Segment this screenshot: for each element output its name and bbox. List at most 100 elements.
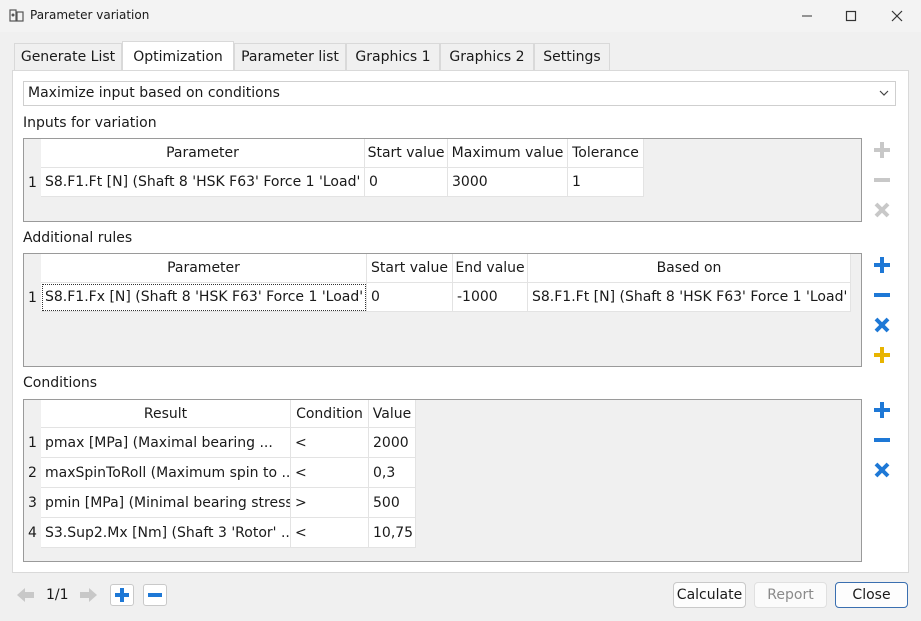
table-cell[interactable]: < bbox=[291, 518, 369, 548]
add-input-button[interactable] bbox=[870, 138, 894, 162]
column-header[interactable]: Maximum value bbox=[448, 139, 568, 168]
add-special-rule-button[interactable] bbox=[870, 343, 894, 367]
rules-section-label: Additional rules bbox=[23, 230, 133, 246]
maximize-button[interactable] bbox=[828, 0, 874, 32]
page-indicator: 1/1 bbox=[46, 587, 69, 603]
clear-rules-button[interactable] bbox=[870, 313, 894, 337]
add-rule-button[interactable] bbox=[870, 253, 894, 277]
minus-icon bbox=[874, 293, 890, 297]
column-header[interactable]: Start value bbox=[365, 139, 448, 168]
tab-label: Settings bbox=[543, 49, 601, 65]
delete-x-icon bbox=[874, 462, 890, 478]
column-header[interactable]: Parameter bbox=[41, 139, 365, 168]
table-cell[interactable]: S8.F1.Fx [N] (Shaft 8 'HSK F63' Force 1 … bbox=[41, 283, 367, 312]
plus-icon bbox=[874, 142, 890, 158]
plus-icon bbox=[874, 257, 890, 273]
tab-label: Graphics 1 bbox=[355, 49, 431, 65]
row-header-corner bbox=[24, 400, 41, 428]
table-cell[interactable]: 1 bbox=[568, 168, 644, 197]
row-header-corner bbox=[24, 139, 41, 168]
chevron-down-icon bbox=[879, 90, 889, 96]
plus-icon bbox=[115, 588, 129, 602]
table-cell[interactable]: 0 bbox=[367, 283, 453, 312]
optimization-mode-select[interactable]: Maximize input based on conditions bbox=[23, 81, 896, 106]
add-condition-button[interactable] bbox=[870, 398, 894, 422]
table-cell[interactable]: 500 bbox=[369, 488, 416, 518]
clear-inputs-button[interactable] bbox=[870, 198, 894, 222]
column-header[interactable]: Start value bbox=[367, 254, 453, 283]
column-header[interactable]: Parameter bbox=[41, 254, 367, 283]
column-header[interactable]: End value bbox=[453, 254, 528, 283]
table-cell[interactable]: S3.Sup2.Mx [Nm] (Shaft 3 'Rotor' ... bbox=[41, 518, 291, 548]
table-cell[interactable]: 10,75 bbox=[369, 518, 416, 548]
table-cell[interactable]: pmax [MPa] (Maximal bearing ... bbox=[41, 428, 291, 458]
close-window-button[interactable] bbox=[874, 0, 920, 32]
row-number[interactable]: 4 bbox=[24, 518, 41, 548]
select-value: Maximize input based on conditions bbox=[28, 85, 280, 101]
close-button[interactable]: Close bbox=[835, 582, 908, 608]
row-number[interactable]: 1 bbox=[24, 428, 41, 458]
tab-graphics-1[interactable]: Graphics 1 bbox=[346, 43, 440, 70]
tab-optimization[interactable]: Optimization bbox=[122, 41, 234, 71]
tab-graphics-2[interactable]: Graphics 2 bbox=[440, 43, 534, 70]
tab-label: Graphics 2 bbox=[449, 49, 525, 65]
arrow-left-icon bbox=[17, 588, 34, 602]
tab-label: Parameter list bbox=[241, 49, 339, 65]
table-cell[interactable]: < bbox=[291, 458, 369, 488]
row-number[interactable]: 1 bbox=[24, 283, 41, 312]
column-header[interactable]: Tolerance bbox=[568, 139, 644, 168]
maximize-icon bbox=[845, 10, 857, 22]
plus-yellow-icon bbox=[874, 347, 890, 363]
column-header[interactable]: Based on bbox=[528, 254, 851, 283]
row-number[interactable]: 1 bbox=[24, 168, 41, 197]
tab-settings[interactable]: Settings bbox=[534, 43, 610, 70]
next-page-button[interactable] bbox=[76, 584, 100, 606]
table-cell[interactable]: pmin [MPa] (Minimal bearing stress) bbox=[41, 488, 291, 518]
row-header-corner bbox=[24, 254, 41, 283]
minimize-button[interactable] bbox=[784, 0, 830, 32]
minimize-icon bbox=[802, 15, 812, 17]
calculate-button[interactable]: Calculate bbox=[673, 582, 746, 608]
remove-rule-button[interactable] bbox=[870, 283, 894, 307]
table-cell[interactable]: > bbox=[291, 488, 369, 518]
tab-label: Optimization bbox=[133, 48, 223, 65]
table-cell[interactable]: 0 bbox=[365, 168, 448, 197]
minus-icon bbox=[874, 178, 890, 182]
tab-generate-list[interactable]: Generate List bbox=[14, 43, 122, 70]
row-number[interactable]: 3 bbox=[24, 488, 41, 518]
table-cell[interactable]: 0,3 bbox=[369, 458, 416, 488]
inputs-section-label: Inputs for variation bbox=[23, 115, 157, 131]
conditions-section-label: Conditions bbox=[23, 375, 98, 391]
column-header[interactable]: Result bbox=[41, 400, 291, 428]
clear-conditions-button[interactable] bbox=[870, 458, 894, 482]
prev-page-button[interactable] bbox=[14, 584, 38, 606]
inputs-table[interactable]: Parameter Start value Maximum value Tole… bbox=[23, 138, 862, 222]
delete-x-icon bbox=[874, 317, 890, 333]
minus-icon bbox=[874, 438, 890, 442]
plus-icon bbox=[874, 402, 890, 418]
close-icon bbox=[891, 10, 903, 22]
tab-parameter-list[interactable]: Parameter list bbox=[234, 43, 346, 70]
table-cell[interactable]: S8.F1.Ft [N] (Shaft 8 'HSK F63' Force 1 … bbox=[41, 168, 365, 197]
table-cell[interactable]: S8.F1.Ft [N] (Shaft 8 'HSK F63' Force 1 … bbox=[528, 283, 851, 312]
minus-icon bbox=[148, 593, 162, 597]
report-button[interactable]: Report bbox=[754, 582, 827, 608]
column-header[interactable]: Condition bbox=[291, 400, 369, 428]
delete-x-icon bbox=[874, 202, 890, 218]
add-page-button[interactable] bbox=[110, 584, 134, 606]
remove-page-button[interactable] bbox=[143, 584, 167, 606]
table-cell[interactable]: 3000 bbox=[448, 168, 568, 197]
table-cell[interactable]: 2000 bbox=[369, 428, 416, 458]
table-cell[interactable]: < bbox=[291, 428, 369, 458]
column-header[interactable]: Value bbox=[369, 400, 416, 428]
app-icon bbox=[9, 9, 24, 22]
rules-table[interactable]: Parameter Start value End value Based on… bbox=[23, 253, 862, 367]
table-cell[interactable]: maxSpinToRoll (Maximum spin to ... bbox=[41, 458, 291, 488]
remove-condition-button[interactable] bbox=[870, 428, 894, 452]
table-cell[interactable]: -1000 bbox=[453, 283, 528, 312]
remove-input-button[interactable] bbox=[870, 168, 894, 192]
arrow-right-icon bbox=[80, 588, 97, 602]
conditions-table[interactable]: Result Condition Value 1 pmax [MPa] (Max… bbox=[23, 399, 862, 562]
row-number[interactable]: 2 bbox=[24, 458, 41, 488]
tab-label: Generate List bbox=[20, 49, 116, 65]
